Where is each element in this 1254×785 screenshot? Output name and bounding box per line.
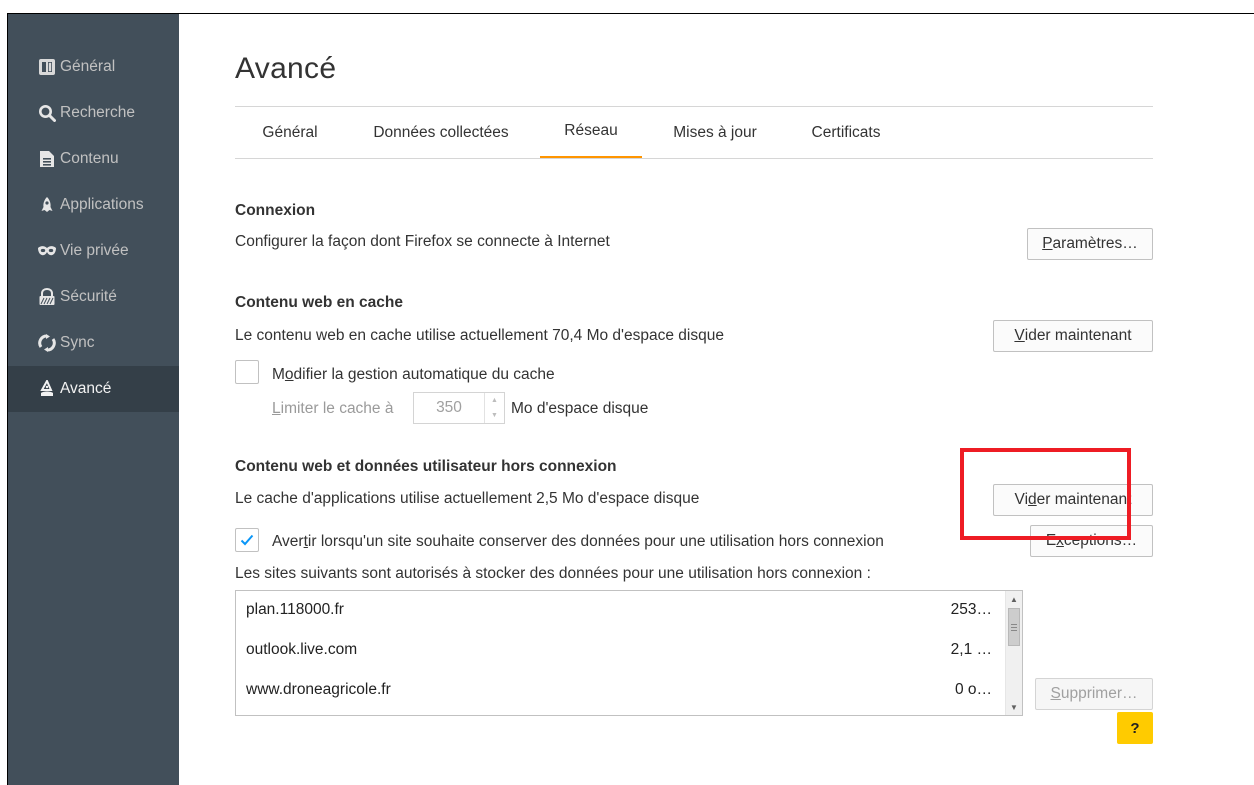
sidebar: Général Recherche Contenu Applications V… [8, 14, 179, 785]
stepper-arrows[interactable]: ▲ ▼ [484, 393, 504, 423]
help-button[interactable]: ? [1117, 712, 1153, 744]
scroll-thumb[interactable] [1008, 608, 1020, 646]
site-size: 2,1 … [950, 641, 992, 658]
sidebar-item-security[interactable]: Sécurité [8, 274, 179, 320]
stepper-up-icon[interactable]: ▲ [485, 393, 504, 408]
content-icon [37, 149, 57, 169]
list-item[interactable]: outlook.live.com 2,1 … [236, 631, 1006, 671]
clear-offline-button[interactable]: Vi d er maintenant [993, 484, 1153, 516]
offline-section-title: Contenu web et données utilisateur hors … [235, 458, 617, 475]
cache-limit-unit: Mo d'espace disque [511, 400, 649, 417]
cache-limit-stepper[interactable]: 350 ▲ ▼ [413, 392, 505, 424]
warn-offline-label: Avertir lorsqu'un site souhaite conserve… [272, 533, 884, 550]
sidebar-item-general[interactable]: Général [8, 44, 179, 90]
sidebar-item-label: Avancé [60, 380, 112, 397]
offline-sites-list[interactable]: plan.118000.fr 253… outlook.live.com 2,1… [235, 590, 1023, 716]
tabs-divider [235, 158, 1153, 159]
site-name: plan.118000.fr [246, 601, 344, 618]
cache-section-title: Contenu web en cache [235, 294, 403, 311]
override-cache-checkbox[interactable] [235, 360, 259, 384]
tab-updates[interactable]: Mises à jour [651, 106, 779, 159]
checkmark-icon [240, 534, 254, 546]
cache-limit-label: Limiter le cache à [272, 400, 394, 417]
cache-description: Le contenu web en cache utilise actuelle… [235, 327, 724, 344]
remove-site-button[interactable]: Supprimer… [1035, 678, 1153, 710]
general-icon [37, 57, 57, 77]
sidebar-item-applications[interactable]: Applications [8, 182, 179, 228]
list-scrollbar[interactable]: ▲ ▼ [1005, 591, 1022, 715]
grip-icon [1011, 623, 1017, 631]
applications-icon [37, 195, 57, 215]
list-item[interactable]: www.droneagricole.fr 0 o… [236, 671, 1006, 711]
scroll-down-icon[interactable]: ▼ [1006, 699, 1022, 715]
tab-certificates[interactable]: Certificats [793, 106, 899, 159]
connection-description: Configurer la façon dont Firefox se conn… [235, 233, 610, 250]
sidebar-item-privacy[interactable]: Vie privée [8, 228, 179, 274]
override-cache-label: Modifier la gestion automatique du cache [272, 366, 555, 383]
sidebar-item-label: Vie privée [60, 242, 129, 259]
sidebar-item-content[interactable]: Contenu [8, 136, 179, 182]
sidebar-item-sync[interactable]: Sync [8, 320, 179, 366]
offline-description: Le cache d'applications utilise actuelle… [235, 490, 700, 507]
offline-list-label: Les sites suivants sont autorisés à stoc… [235, 565, 871, 582]
sidebar-item-label: Général [60, 58, 116, 75]
warn-offline-checkbox[interactable] [235, 528, 259, 552]
sidebar-item-label: Sécurité [60, 288, 117, 305]
sidebar-item-label: Applications [60, 196, 144, 213]
security-icon [37, 287, 57, 307]
sidebar-item-advanced[interactable]: Avancé [8, 366, 179, 412]
stepper-down-icon[interactable]: ▼ [485, 408, 504, 423]
tab-network[interactable]: Réseau [540, 106, 642, 159]
connection-settings-button[interactable]: Paramètres… [1027, 228, 1153, 260]
tab-data-choices[interactable]: Données collectées [353, 106, 529, 159]
scroll-up-icon[interactable]: ▲ [1006, 591, 1022, 607]
sync-icon [37, 333, 57, 353]
site-name: www.droneagricole.fr [246, 681, 391, 698]
connection-section-title: Connexion [235, 202, 316, 219]
list-item[interactable]: plan.118000.fr 253… [236, 591, 1006, 631]
site-size: 0 o… [954, 681, 992, 698]
site-name: outlook.live.com [246, 641, 358, 658]
cache-limit-value: 350 [436, 399, 462, 416]
exceptions-button[interactable]: Ex ceptions… [1030, 525, 1153, 557]
site-size: 253… [950, 601, 992, 618]
main-panel: Avancé Général Données collectées Réseau… [179, 14, 1254, 785]
privacy-mask-icon [37, 241, 57, 261]
sidebar-item-label: Recherche [60, 104, 135, 121]
sidebar-item-search[interactable]: Recherche [8, 90, 179, 136]
clear-cache-button[interactable]: Vider maintenant [993, 320, 1153, 352]
tab-general[interactable]: Général [245, 106, 335, 159]
search-icon [37, 103, 57, 123]
page-title: Avancé [235, 52, 337, 85]
advanced-icon [37, 379, 57, 399]
sidebar-item-label: Sync [60, 334, 95, 351]
sidebar-item-label: Contenu [60, 150, 119, 167]
